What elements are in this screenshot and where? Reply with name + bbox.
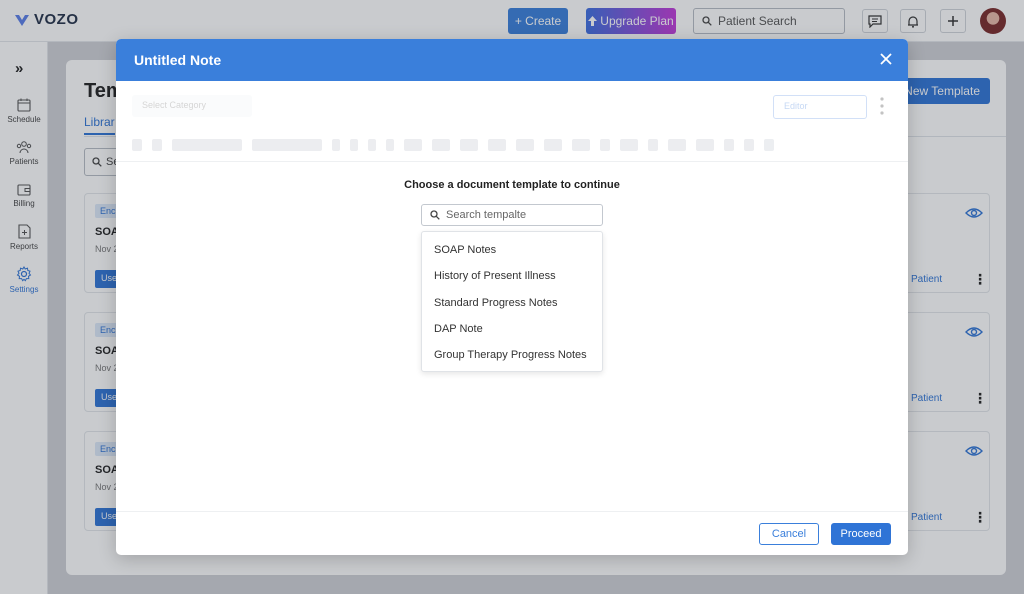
template-option[interactable]: History of Present Illness — [422, 263, 602, 289]
template-option[interactable]: Group Therapy Progress Notes — [422, 342, 602, 368]
template-option[interactable]: Standard Progress Notes — [422, 290, 602, 316]
template-search-input[interactable] — [446, 209, 586, 221]
toolbar-divider — [116, 161, 908, 162]
proceed-button[interactable]: Proceed — [831, 523, 891, 545]
modal-title: Untitled Note — [134, 52, 222, 68]
template-dropdown-list: SOAP Notes History of Present Illness St… — [421, 231, 603, 372]
editor-toolbar-disabled: Select Category Editor — [116, 81, 908, 161]
template-search-field[interactable] — [421, 204, 603, 226]
cancel-button[interactable]: Cancel — [759, 523, 819, 545]
search-icon — [430, 210, 440, 220]
editor-select: Editor — [773, 95, 867, 119]
footer-divider — [116, 511, 908, 512]
more-options-icon — [880, 97, 884, 115]
template-option[interactable]: DAP Note — [422, 316, 602, 342]
formatting-toolbar — [132, 135, 896, 155]
close-icon[interactable] — [878, 51, 894, 67]
category-select: Select Category — [132, 95, 252, 117]
untitled-note-modal: Untitled Note Select Category Editor Cho… — [116, 39, 908, 555]
template-option[interactable]: SOAP Notes — [422, 237, 602, 263]
choose-template-prompt: Choose a document template to continue — [404, 179, 620, 191]
modal-header: Untitled Note — [116, 39, 908, 81]
